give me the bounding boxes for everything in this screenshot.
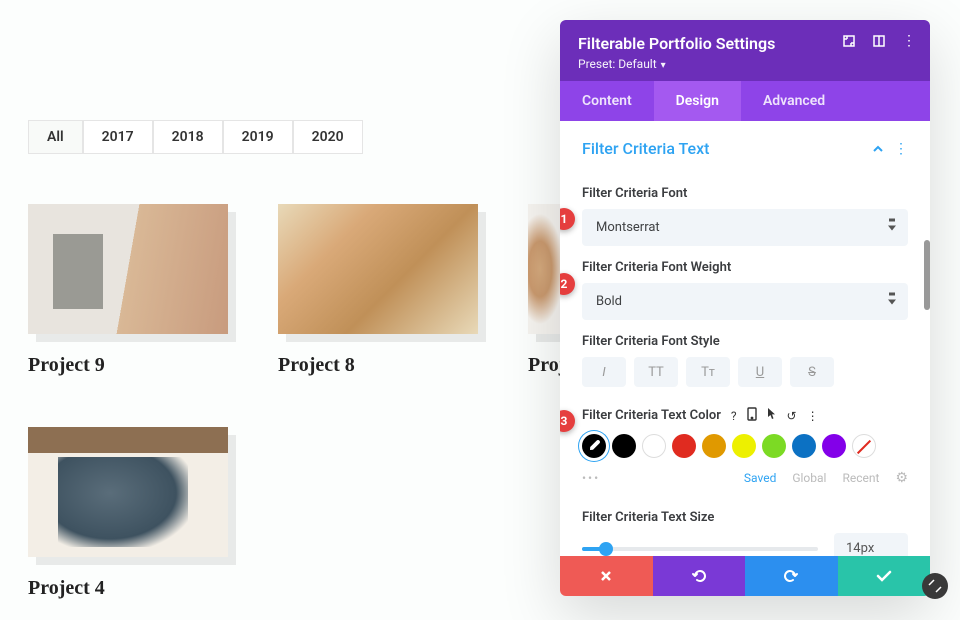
project-card[interactable]: Project 8 [278, 204, 478, 377]
color-label: Filter Criteria Text Color [582, 408, 721, 423]
swatch-green[interactable] [762, 434, 786, 458]
project-title: Project 8 [278, 354, 478, 377]
more-icon[interactable]: ⋮ [807, 409, 819, 423]
scrollbar[interactable] [924, 240, 930, 310]
size-input[interactable]: 14px [834, 533, 908, 556]
tab-content[interactable]: Content [560, 81, 654, 121]
tab-advanced[interactable]: Advanced [741, 81, 847, 121]
panel-body[interactable]: Filter Criteria Text ⋮ Filter Criteria F… [560, 121, 930, 556]
project-card[interactable]: Project 4 [28, 427, 228, 600]
smallcaps-button[interactable]: Tᴛ [686, 357, 730, 387]
swatch-transparent[interactable] [852, 434, 876, 458]
color-label-row: Filter Criteria Text Color ? ↺ ⋮ [582, 407, 908, 424]
global-tab[interactable]: Global [792, 471, 826, 485]
section-title: Filter Criteria Text [582, 139, 710, 158]
panel-footer [560, 556, 930, 596]
panel-tabs: Content Design Advanced [560, 81, 930, 121]
project-thumbnail [28, 204, 228, 334]
color-swatches [582, 434, 908, 458]
style-button-group: I TT Tᴛ U S [582, 357, 908, 387]
collapse-icon[interactable] [872, 141, 884, 157]
swatch-purple[interactable] [822, 434, 846, 458]
size-slider[interactable] [582, 547, 818, 551]
font-select[interactable]: Montserrat [582, 209, 908, 246]
project-title: Project 4 [28, 577, 228, 600]
filter-2017[interactable]: 2017 [83, 120, 153, 154]
more-icon[interactable]: ⋮ [894, 141, 908, 157]
swatch-white[interactable] [642, 434, 666, 458]
section-actions: ⋮ [872, 141, 908, 157]
color-picker-button[interactable] [582, 434, 606, 458]
size-control: 14px [582, 533, 908, 556]
panel-header-actions: ⋮ [842, 34, 916, 48]
tab-design[interactable]: Design [654, 81, 741, 121]
saved-tab[interactable]: Saved [744, 471, 776, 485]
project-thumbnail [28, 427, 228, 557]
undo-button[interactable] [653, 556, 746, 596]
uppercase-button[interactable]: TT [634, 357, 678, 387]
filter-2018[interactable]: 2018 [153, 120, 223, 154]
swatch-black[interactable] [612, 434, 636, 458]
swatch-orange[interactable] [702, 434, 726, 458]
more-icon[interactable]: ⋮ [902, 34, 916, 48]
swatch-red[interactable] [672, 434, 696, 458]
settings-panel: 1 2 3 Filterable Portfolio Settings Pres… [560, 20, 930, 596]
project-thumbnail [278, 204, 478, 334]
swatch-blue[interactable] [792, 434, 816, 458]
hover-icon[interactable] [767, 407, 777, 424]
help-icon[interactable]: ? [731, 409, 737, 423]
italic-button[interactable]: I [582, 357, 626, 387]
filter-2020[interactable]: 2020 [293, 120, 363, 154]
expand-icon[interactable] [842, 34, 856, 48]
strikethrough-button[interactable]: S [790, 357, 834, 387]
mobile-icon[interactable] [747, 407, 757, 424]
more-swatches-icon[interactable]: ••• [582, 471, 600, 485]
resize-handle[interactable] [922, 573, 948, 599]
recent-tab[interactable]: Recent [842, 471, 879, 485]
project-card[interactable]: Project 9 [28, 204, 228, 377]
reset-icon[interactable]: ↺ [787, 409, 797, 423]
project-title: Project 9 [28, 354, 228, 377]
style-label: Filter Criteria Font Style [582, 334, 908, 349]
cancel-button[interactable] [560, 556, 653, 596]
filter-2019[interactable]: 2019 [223, 120, 293, 154]
gear-icon[interactable]: ⚙ [895, 470, 908, 486]
size-label: Filter Criteria Text Size [582, 510, 908, 525]
columns-icon[interactable] [872, 34, 886, 48]
weight-label: Filter Criteria Font Weight [582, 260, 908, 275]
section-header[interactable]: Filter Criteria Text ⋮ [582, 121, 908, 172]
filter-all[interactable]: All [28, 120, 83, 154]
font-label: Filter Criteria Font [582, 186, 908, 201]
slider-thumb[interactable] [599, 542, 613, 556]
panel-header: Filterable Portfolio Settings Preset: De… [560, 20, 930, 81]
underline-button[interactable]: U [738, 357, 782, 387]
color-tabs: ••• Saved Global Recent ⚙ [582, 470, 908, 486]
redo-button[interactable] [745, 556, 838, 596]
weight-select[interactable]: Bold [582, 283, 908, 320]
save-button[interactable] [838, 556, 931, 596]
preset-dropdown[interactable]: Preset: Default [578, 57, 912, 71]
swatch-yellow[interactable] [732, 434, 756, 458]
